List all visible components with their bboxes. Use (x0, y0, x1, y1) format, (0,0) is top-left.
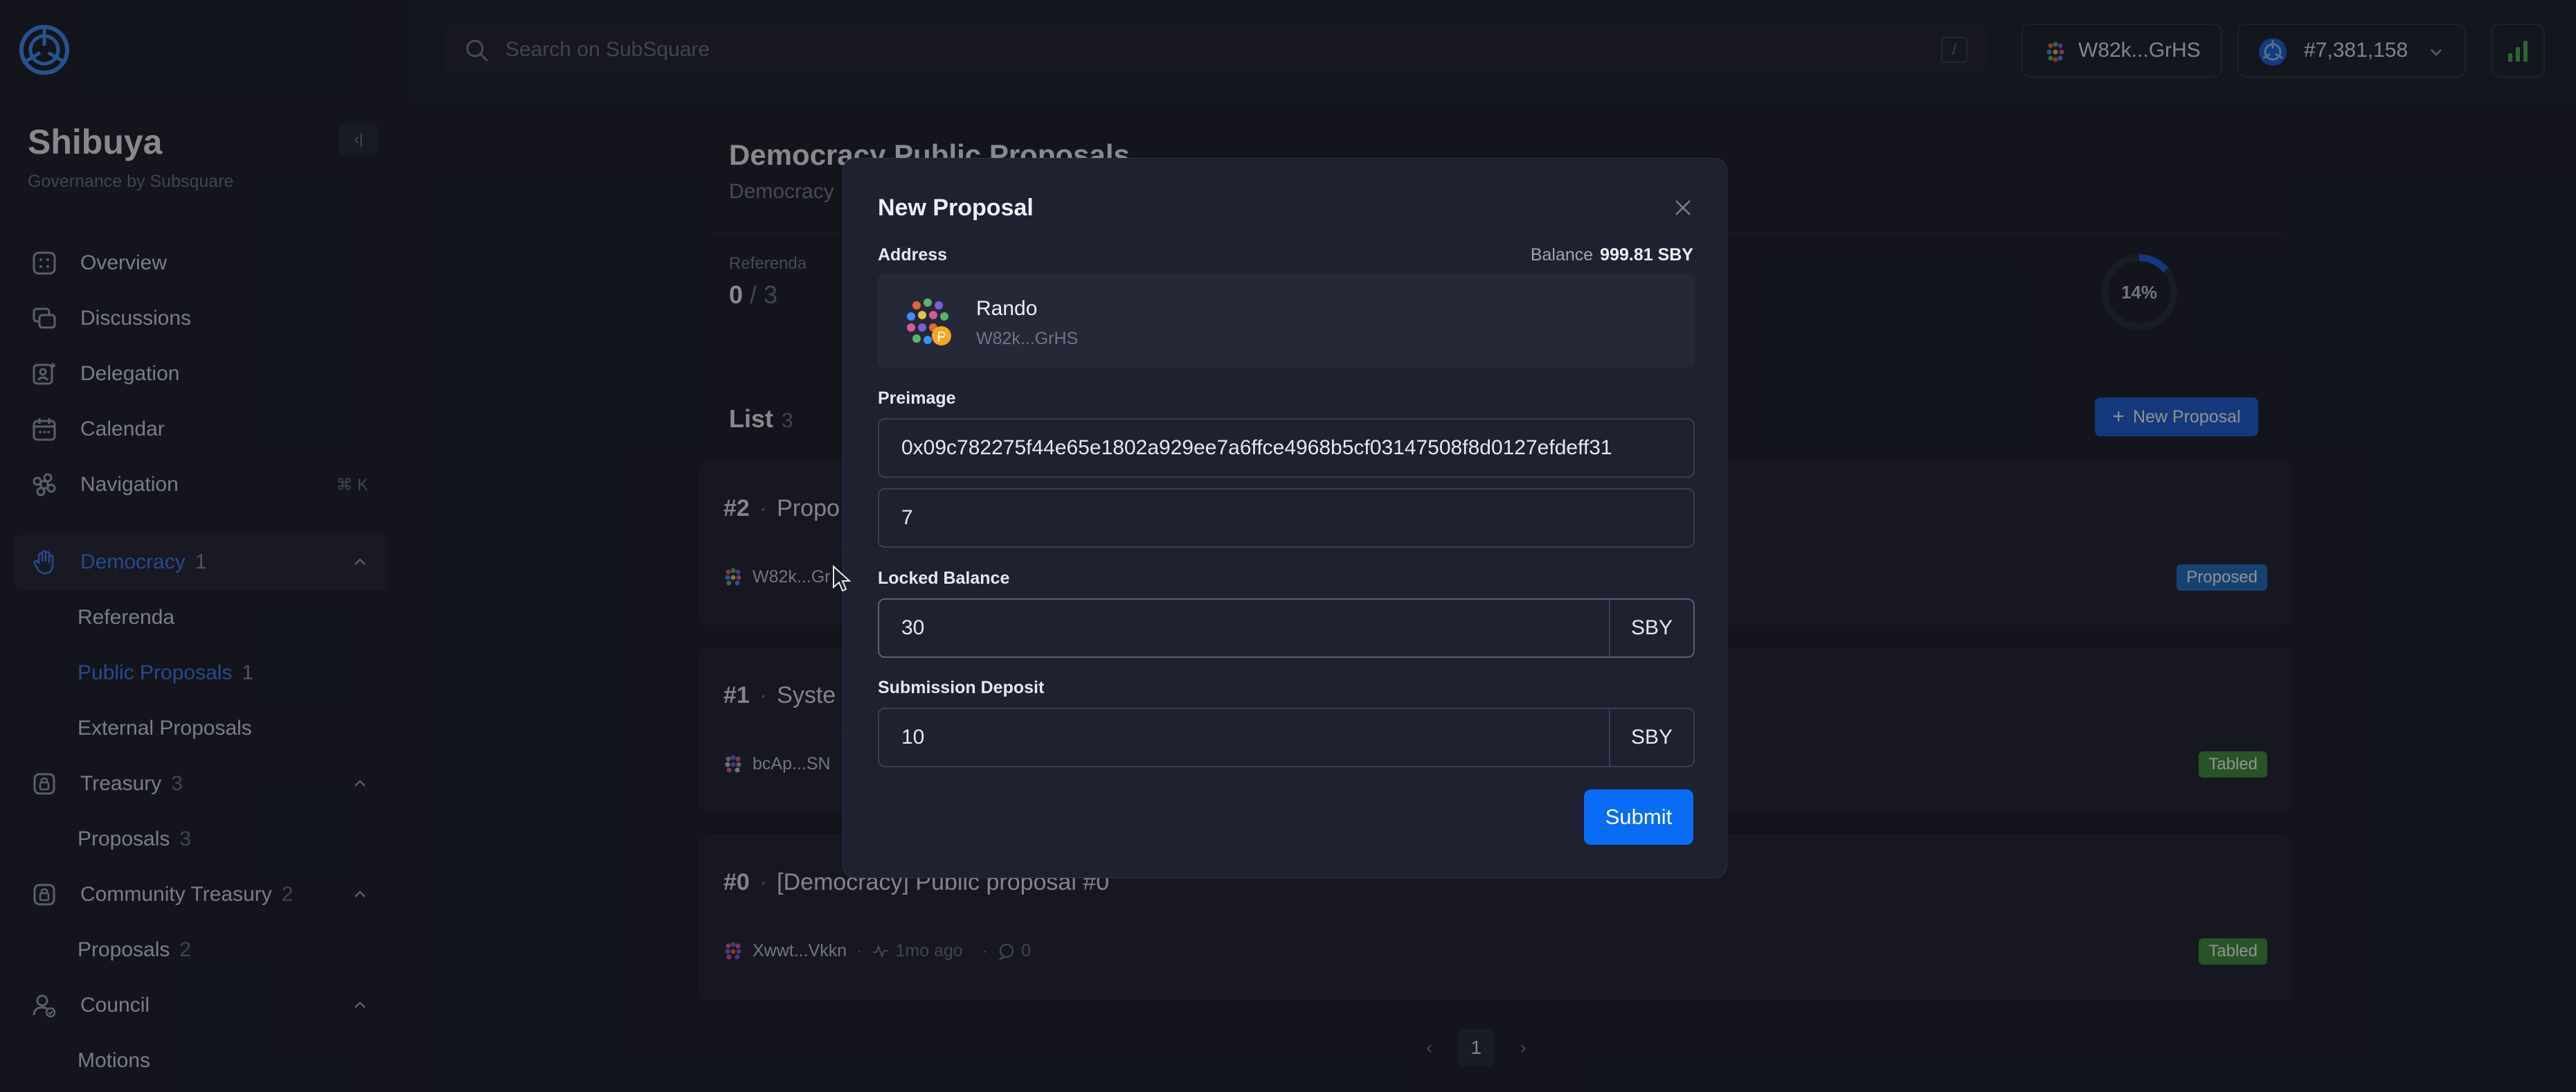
locked-balance-input[interactable]: 30 SBY (878, 598, 1695, 658)
preimage-hash-value: 0x09c782275f44e65e1802a929ee7a6ffce4968b… (901, 436, 1612, 459)
close-icon[interactable] (1673, 197, 1693, 218)
submission-deposit-input: 10 SBY (878, 708, 1695, 767)
submission-deposit-value: 10 (901, 726, 925, 749)
preimage-length-input[interactable]: 7 (878, 488, 1695, 548)
account-name: Rando (976, 297, 1038, 320)
locked-balance-label: Locked Balance (878, 569, 1010, 588)
preimage-label: Preimage (878, 388, 956, 408)
submission-deposit-label: Submission Deposit (878, 678, 1045, 697)
account-address: W82k...GrHS (976, 329, 1079, 348)
svg-text:P: P (937, 330, 946, 345)
locked-balance-unit: SBY (1609, 600, 1693, 656)
balance-display: Balance 999.81 SBY (1531, 245, 1693, 265)
dialog-title: New Proposal (878, 195, 1034, 221)
new-proposal-dialog: New Proposal Address Balance 999.81 SBY P… (843, 158, 1727, 878)
balance-label: Balance (1530, 245, 1594, 265)
address-selector[interactable]: P Rando W82k...GrHS (878, 274, 1695, 368)
account-avatar-icon: P (907, 298, 951, 346)
locked-balance-value: 30 (901, 616, 925, 639)
mouse-cursor-icon (833, 565, 852, 592)
preimage-hash-input[interactable]: 0x09c782275f44e65e1802a929ee7a6ffce4968b… (878, 418, 1695, 478)
submission-deposit-unit: SBY (1609, 709, 1693, 766)
address-label: Address (878, 245, 948, 265)
submit-button[interactable]: Submit (1584, 789, 1693, 845)
preimage-length-value: 7 (901, 506, 913, 529)
balance-value: 999.81 SBY (1600, 245, 1693, 265)
